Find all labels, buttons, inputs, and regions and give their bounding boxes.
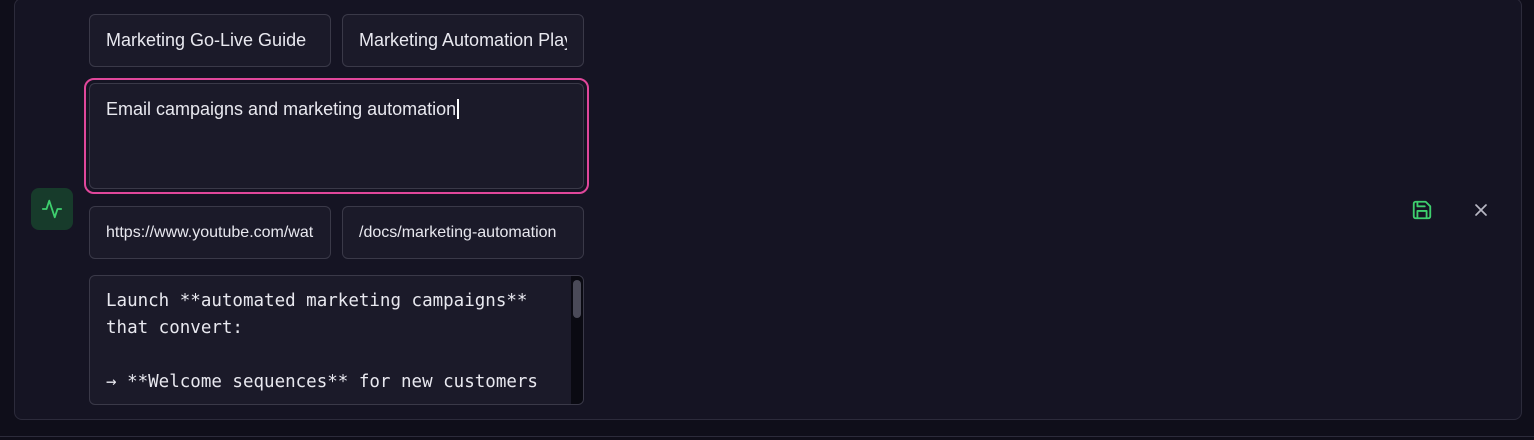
video-url-value: https://www.youtube.com/watch xyxy=(106,223,314,241)
subtitle-input[interactable]: Marketing Automation Playbook xyxy=(342,14,584,67)
activity-icon xyxy=(31,188,73,230)
content-text: Launch **automated marketing campaigns**… xyxy=(106,291,538,392)
divider xyxy=(0,436,1534,437)
title-input[interactable]: Marketing Go-Live Guide xyxy=(89,14,331,67)
doc-path-value: /docs/marketing-automation xyxy=(359,223,557,241)
subtitle-input-value: Marketing Automation Playbook xyxy=(359,30,567,50)
doc-path-input[interactable]: /docs/marketing-automation xyxy=(342,206,584,259)
save-icon[interactable] xyxy=(1407,195,1437,225)
title-input-value: Marketing Go-Live Guide xyxy=(106,30,307,50)
text-caret xyxy=(457,99,460,119)
content-scrollbar[interactable] xyxy=(571,276,583,404)
description-textarea[interactable]: Email campaigns and marketing automation xyxy=(84,78,589,194)
description-text: Email campaigns and marketing automation xyxy=(106,99,457,119)
close-icon[interactable] xyxy=(1466,195,1496,225)
scrollbar-thumb[interactable] xyxy=(573,280,581,318)
content-textarea[interactable]: Launch **automated marketing campaigns**… xyxy=(89,275,584,405)
video-url-input[interactable]: https://www.youtube.com/watch xyxy=(89,206,331,259)
